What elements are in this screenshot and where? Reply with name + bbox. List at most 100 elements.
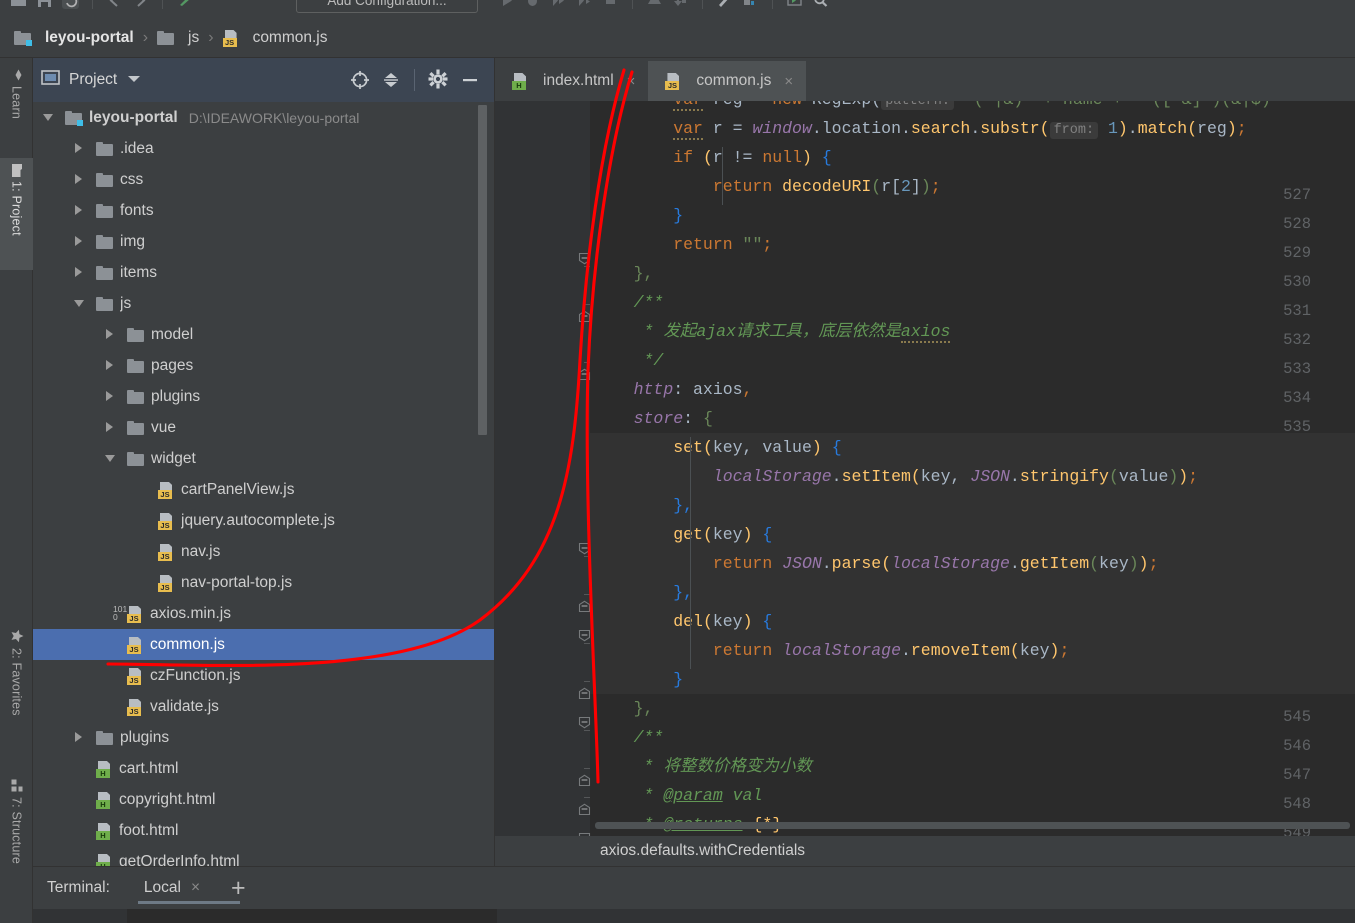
add-configuration-button[interactable]: Add Configuration... [296,0,478,13]
sidebar-item-structure[interactable]: 7: Structure [0,773,33,899]
editor-bottom-navbar[interactable]: axios.defaults.withCredentials [495,836,1355,866]
breadcrumb-item-project[interactable]: leyou-portal [14,29,134,47]
code-line[interactable]: return JSON.parse(localStorage.getItem(k… [590,549,1355,578]
run-coverage-icon[interactable] [550,0,567,9]
minimize-icon[interactable] [459,69,481,91]
chevron-down-icon[interactable] [127,71,141,89]
code-line[interactable]: var r = window.location.search.substr(fr… [590,114,1355,143]
code-line[interactable]: return localStorage.removeItem(key); [590,636,1355,665]
tree-row[interactable]: JS jquery.autocomplete.js [33,505,495,536]
breadcrumb-item-file[interactable]: JS common.js [222,29,328,47]
editor-tab-bar[interactable]: H index.html × JS common.js × [495,58,1355,101]
run-anything-icon[interactable] [176,0,193,9]
stop-icon[interactable] [602,0,619,9]
chevron-right-icon[interactable] [74,235,87,248]
redo-icon[interactable] [132,0,149,9]
tree-row[interactable]: img [33,226,495,257]
tree-row[interactable]: JS czFunction.js [33,660,495,691]
code-line[interactable]: }, [590,259,1355,288]
tree-row[interactable]: items [33,257,495,288]
debug-icon[interactable] [524,0,541,9]
tree-row[interactable]: plugins [33,722,495,753]
sidebar-item-learn[interactable]: Learn [0,62,33,140]
code-line[interactable]: */ [590,346,1355,375]
chevron-right-icon[interactable] [105,359,118,372]
tree-row[interactable]: JS common.js [33,629,495,660]
chevron-right-icon[interactable] [105,390,118,403]
project-structure-icon[interactable] [742,0,759,9]
tree-row[interactable]: HgetOrderInfo.html [33,846,495,866]
chevron-right-icon[interactable] [105,328,118,341]
terminal-tab-local[interactable]: Local × [134,867,240,909]
close-icon[interactable]: × [627,73,636,90]
chevron-right-icon[interactable] [74,204,87,217]
terminal-content-area[interactable] [33,909,1355,923]
code-line[interactable]: return ""; [590,230,1355,259]
code-line[interactable]: }, [590,694,1355,723]
tree-row[interactable]: Hcart.html [33,753,495,784]
code-line[interactable]: return decodeURI(r[2]); [590,172,1355,201]
code-line[interactable]: /** [590,288,1355,317]
code-content[interactable]: var reg = new RegExp(pattern: "(^|&)" + … [590,101,1355,836]
code-line[interactable]: localStorage.setItem(key, JSON.stringify… [590,462,1355,491]
code-line[interactable]: * 将整数价格变为小数 [590,752,1355,781]
tab-common-js[interactable]: JS common.js × [648,61,807,101]
select-opened-file-icon[interactable] [349,69,371,91]
chevron-down-icon[interactable] [105,452,118,465]
code-line[interactable]: store: { [590,404,1355,433]
tree-row[interactable]: JS cartPanelView.js [33,474,495,505]
code-line[interactable]: var reg = new RegExp(pattern: "(^|&)" + … [590,101,1355,114]
tree-row[interactable]: plugins [33,381,495,412]
tree-row[interactable]: JS validate.js [33,691,495,722]
tree-row[interactable]: css [33,164,495,195]
code-line[interactable]: if (r != null) { [590,143,1355,172]
code-line[interactable]: get(key) { [590,520,1355,549]
tree-row[interactable]: Hfoot.html [33,815,495,846]
chevron-down-icon[interactable] [74,297,87,310]
editor-gutter[interactable] [495,101,590,836]
update-project-icon[interactable] [646,0,663,9]
run-icon[interactable] [498,0,515,9]
profile-icon[interactable] [576,0,593,9]
code-line[interactable]: set(key, value) { [590,433,1355,462]
code-line[interactable]: } [590,665,1355,694]
chevron-right-icon[interactable] [74,266,87,279]
tree-row[interactable]: model [33,319,495,350]
gear-icon[interactable] [428,69,450,91]
chevron-right-icon[interactable] [74,731,87,744]
tree-row[interactable]: JS 101 0 axios.min.js [33,598,495,629]
search-everywhere-icon[interactable] [812,0,829,9]
chevron-right-icon[interactable] [74,173,87,186]
code-line[interactable]: del(key) { [590,607,1355,636]
code-line[interactable]: /** [590,723,1355,752]
code-editor[interactable]: 5275285295305315325335345355365375385395… [495,101,1355,836]
code-line[interactable]: * 发起ajax请求工具，底层依然是axios [590,317,1355,346]
code-line[interactable]: }, [590,491,1355,520]
tab-index-html[interactable]: H index.html × [495,61,648,101]
code-line[interactable]: http: axios, [590,375,1355,404]
settings-structure-icon[interactable] [716,0,733,9]
tree-row[interactable]: .idea [33,133,495,164]
tree-row[interactable]: fonts [33,195,495,226]
tree-row[interactable]: widget [33,443,495,474]
tree-row[interactable]: js [33,288,495,319]
close-icon[interactable]: × [191,879,200,897]
chevron-right-icon[interactable] [74,142,87,155]
tree-row[interactable]: Hcopyright.html [33,784,495,815]
chevron-right-icon[interactable] [105,421,118,434]
tree-row[interactable]: leyou-portal D:\IDEAWORK\leyou-portal [33,102,495,133]
save-all-icon[interactable] [36,0,53,9]
terminal-panel[interactable]: Terminal: Local × + [33,866,1355,923]
close-icon[interactable]: × [784,73,793,90]
code-line[interactable]: }, [590,578,1355,607]
tree-row[interactable]: pages [33,350,495,381]
undo-icon[interactable] [106,0,123,9]
chevron-down-icon[interactable] [43,111,56,124]
open-in-browser-icon[interactable] [786,0,803,9]
tree-row[interactable]: vue [33,412,495,443]
breadcrumb-item-js[interactable]: js [157,29,199,47]
tree-row[interactable]: JS nav.js [33,536,495,567]
tree-row[interactable]: JS nav-portal-top.js [33,567,495,598]
collapse-all-icon[interactable] [380,69,402,91]
project-tree[interactable]: leyou-portal D:\IDEAWORK\leyou-portal .ide… [33,102,495,866]
